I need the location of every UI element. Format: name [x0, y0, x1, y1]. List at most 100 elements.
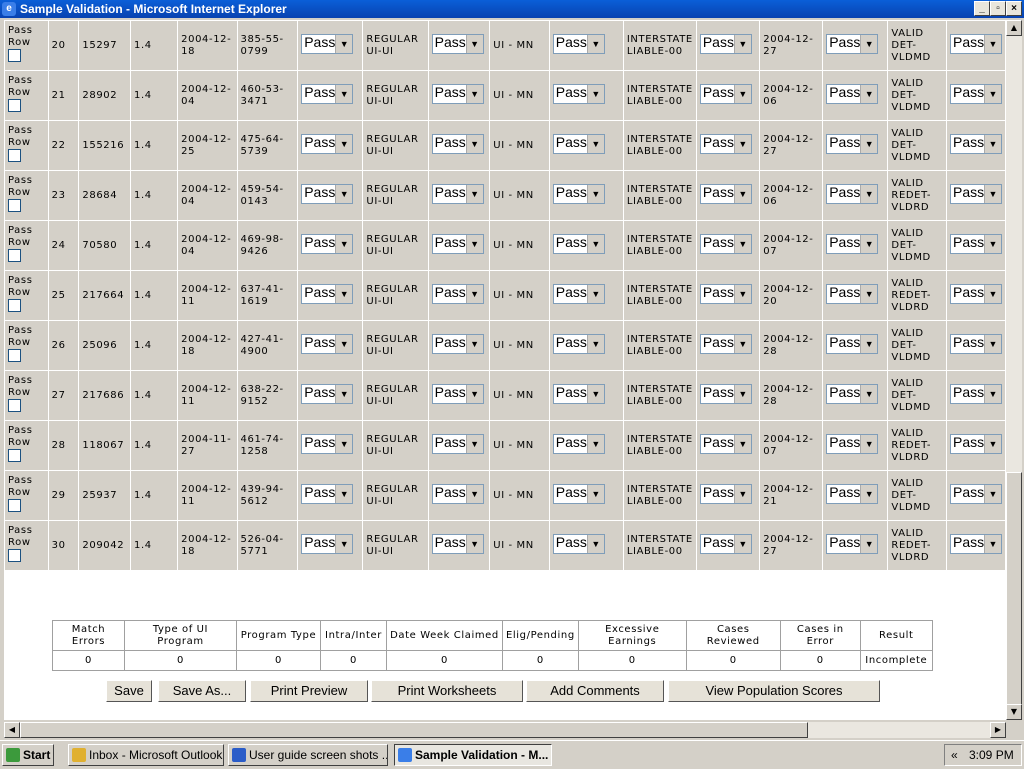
dropdown-arrow-icon[interactable]: ▼ — [733, 284, 751, 303]
pass-6-select[interactable]: Pass ▼ — [950, 283, 1002, 304]
pass-3-select[interactable]: Pass ▼ — [552, 333, 605, 354]
minimize-button[interactable]: _ — [974, 1, 990, 16]
dropdown-arrow-icon[interactable]: ▼ — [984, 84, 1001, 103]
pass-6-select[interactable]: Pass ▼ — [950, 383, 1002, 404]
pass-5-select[interactable]: Pass ▼ — [826, 483, 879, 504]
dropdown-arrow-icon[interactable]: ▼ — [335, 434, 353, 453]
pass-6-select[interactable]: Pass ▼ — [950, 483, 1002, 504]
pass-4-select[interactable]: Pass ▼ — [699, 133, 752, 154]
pass-4-select[interactable]: Pass ▼ — [699, 433, 752, 454]
dropdown-arrow-icon[interactable]: ▼ — [984, 434, 1001, 453]
dropdown-arrow-icon[interactable]: ▼ — [733, 134, 751, 153]
dropdown-arrow-icon[interactable]: ▼ — [860, 34, 878, 53]
pass-5-select[interactable]: Pass ▼ — [826, 33, 879, 54]
pass-3-select[interactable]: Pass ▼ — [552, 133, 605, 154]
dropdown-arrow-icon[interactable]: ▼ — [465, 84, 483, 103]
dropdown-arrow-icon[interactable]: ▼ — [465, 184, 483, 203]
maximize-button[interactable]: ▫ — [990, 1, 1006, 16]
pass-2-select[interactable]: Pass ▼ — [431, 133, 484, 154]
pass-row-checkbox[interactable] — [8, 299, 21, 312]
scroll-down-icon[interactable]: ▼ — [1006, 704, 1022, 720]
dropdown-arrow-icon[interactable]: ▼ — [860, 484, 878, 503]
dropdown-arrow-icon[interactable]: ▼ — [335, 184, 353, 203]
dropdown-arrow-icon[interactable]: ▼ — [586, 484, 604, 503]
pass-4-select[interactable]: Pass ▼ — [699, 233, 752, 254]
pass-6-select[interactable]: Pass ▼ — [950, 533, 1002, 554]
pass-2-select[interactable]: Pass ▼ — [431, 183, 484, 204]
pass-3-select[interactable]: Pass ▼ — [552, 183, 605, 204]
pass-3-select[interactable]: Pass ▼ — [552, 233, 605, 254]
pass-6-select[interactable]: Pass ▼ — [950, 33, 1002, 54]
pass-6-select[interactable]: Pass ▼ — [950, 433, 1002, 454]
pass-2-select[interactable]: Pass ▼ — [431, 83, 484, 104]
tray-expand-icon[interactable]: « — [951, 745, 958, 765]
pass-1-select[interactable]: Pass ▼ — [301, 483, 354, 504]
pass-1-select[interactable]: Pass ▼ — [301, 283, 354, 304]
pass-row-checkbox[interactable] — [8, 449, 21, 462]
print-worksheets-button[interactable]: Print Worksheets — [371, 680, 523, 702]
vertical-scrollbar[interactable]: ▲ ▼ — [1006, 20, 1022, 720]
pass-row-checkbox[interactable] — [8, 349, 21, 362]
save-as-button[interactable]: Save As... — [158, 680, 246, 702]
pass-4-select[interactable]: Pass ▼ — [699, 183, 752, 204]
pass-1-select[interactable]: Pass ▼ — [301, 183, 354, 204]
dropdown-arrow-icon[interactable]: ▼ — [860, 234, 878, 253]
pass-6-select[interactable]: Pass ▼ — [950, 333, 1002, 354]
dropdown-arrow-icon[interactable]: ▼ — [465, 334, 483, 353]
save-button[interactable]: Save — [106, 680, 152, 702]
pass-row-checkbox[interactable] — [8, 149, 21, 162]
pass-1-select[interactable]: Pass ▼ — [301, 233, 354, 254]
pass-3-select[interactable]: Pass ▼ — [552, 83, 605, 104]
pass-row-checkbox[interactable] — [8, 249, 21, 262]
dropdown-arrow-icon[interactable]: ▼ — [586, 184, 604, 203]
dropdown-arrow-icon[interactable]: ▼ — [984, 384, 1001, 403]
pass-2-select[interactable]: Pass ▼ — [431, 533, 484, 554]
dropdown-arrow-icon[interactable]: ▼ — [733, 84, 751, 103]
dropdown-arrow-icon[interactable]: ▼ — [465, 234, 483, 253]
pass-5-select[interactable]: Pass ▼ — [826, 83, 879, 104]
taskbar-item-ie[interactable]: Sample Validation - M... — [394, 744, 552, 766]
pass-row-checkbox[interactable] — [8, 549, 21, 562]
dropdown-arrow-icon[interactable]: ▼ — [860, 84, 878, 103]
pass-2-select[interactable]: Pass ▼ — [431, 283, 484, 304]
scroll-right-icon[interactable]: ▶ — [990, 722, 1006, 738]
pass-2-select[interactable]: Pass ▼ — [431, 383, 484, 404]
dropdown-arrow-icon[interactable]: ▼ — [984, 334, 1001, 353]
pass-5-select[interactable]: Pass ▼ — [826, 233, 879, 254]
dropdown-arrow-icon[interactable]: ▼ — [733, 334, 751, 353]
dropdown-arrow-icon[interactable]: ▼ — [860, 284, 878, 303]
pass-6-select[interactable]: Pass ▼ — [950, 183, 1002, 204]
pass-3-select[interactable]: Pass ▼ — [552, 533, 605, 554]
dropdown-arrow-icon[interactable]: ▼ — [586, 434, 604, 453]
horizontal-scrollbar[interactable]: ◀ ▶ — [4, 722, 1006, 738]
dropdown-arrow-icon[interactable]: ▼ — [465, 384, 483, 403]
dropdown-arrow-icon[interactable]: ▼ — [335, 234, 353, 253]
pass-3-select[interactable]: Pass ▼ — [552, 33, 605, 54]
pass-4-select[interactable]: Pass ▼ — [699, 483, 752, 504]
pass-1-select[interactable]: Pass ▼ — [301, 83, 354, 104]
dropdown-arrow-icon[interactable]: ▼ — [586, 234, 604, 253]
pass-4-select[interactable]: Pass ▼ — [699, 33, 752, 54]
pass-row-checkbox[interactable] — [8, 499, 21, 512]
pass-row-checkbox[interactable] — [8, 49, 21, 62]
pass-row-checkbox[interactable] — [8, 99, 21, 112]
start-button[interactable]: Start — [2, 744, 54, 766]
dropdown-arrow-icon[interactable]: ▼ — [860, 384, 878, 403]
dropdown-arrow-icon[interactable]: ▼ — [465, 34, 483, 53]
dropdown-arrow-icon[interactable]: ▼ — [733, 434, 751, 453]
pass-5-select[interactable]: Pass ▼ — [826, 433, 879, 454]
dropdown-arrow-icon[interactable]: ▼ — [733, 34, 751, 53]
dropdown-arrow-icon[interactable]: ▼ — [984, 484, 1001, 503]
pass-3-select[interactable]: Pass ▼ — [552, 483, 605, 504]
dropdown-arrow-icon[interactable]: ▼ — [465, 534, 483, 553]
pass-row-checkbox[interactable] — [8, 399, 21, 412]
dropdown-arrow-icon[interactable]: ▼ — [335, 34, 353, 53]
dropdown-arrow-icon[interactable]: ▼ — [586, 334, 604, 353]
pass-4-select[interactable]: Pass ▼ — [699, 333, 752, 354]
pass-2-select[interactable]: Pass ▼ — [431, 33, 484, 54]
dropdown-arrow-icon[interactable]: ▼ — [335, 84, 353, 103]
dropdown-arrow-icon[interactable]: ▼ — [586, 284, 604, 303]
dropdown-arrow-icon[interactable]: ▼ — [335, 484, 353, 503]
pass-1-select[interactable]: Pass ▼ — [301, 433, 354, 454]
view-population-scores-button[interactable]: View Population Scores — [668, 680, 880, 702]
